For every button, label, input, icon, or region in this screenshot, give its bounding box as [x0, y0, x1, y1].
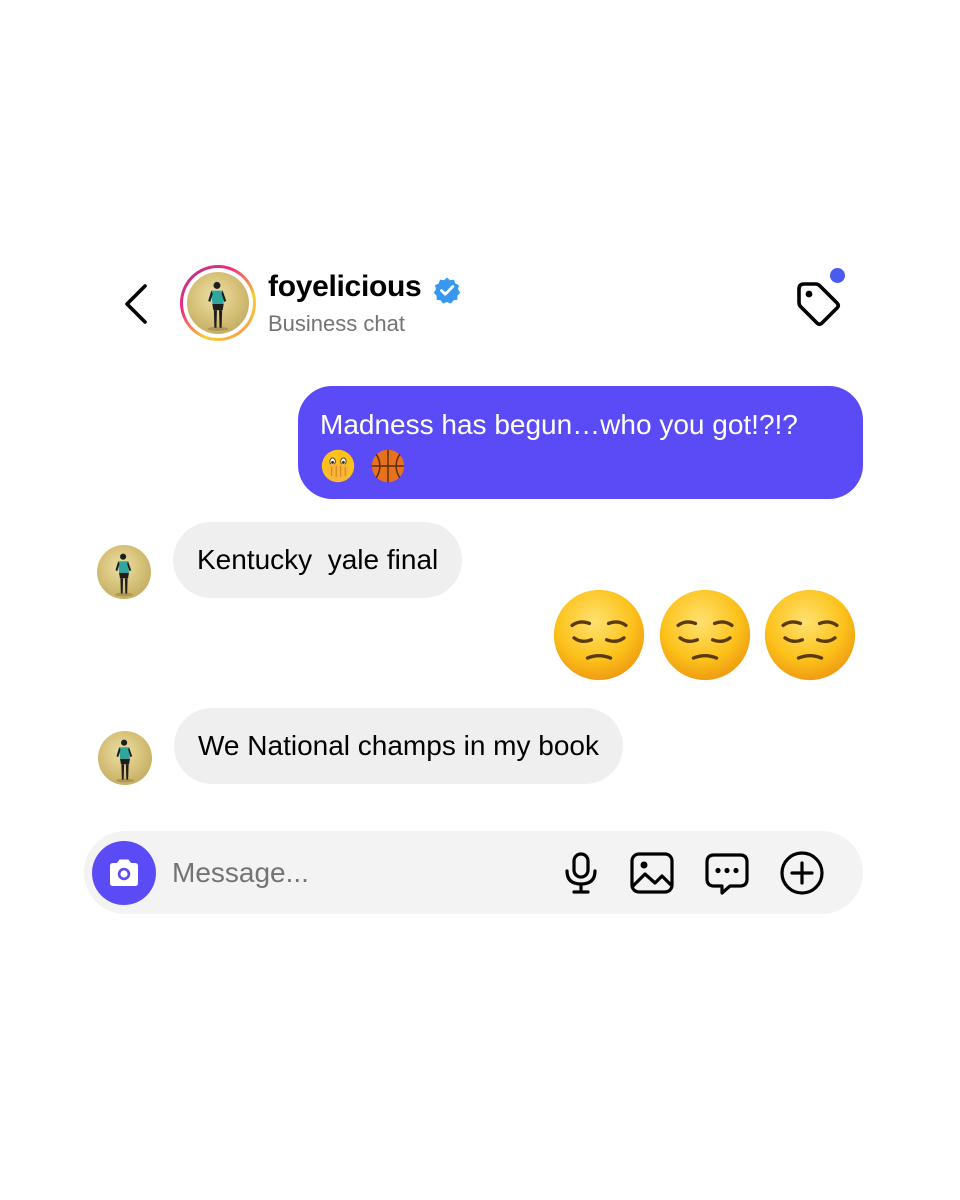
sender-avatar[interactable] — [98, 731, 152, 785]
plus-circle-icon[interactable] — [778, 849, 826, 897]
pensive-face-icon[interactable] — [762, 587, 858, 683]
camera-button[interactable] — [92, 841, 156, 905]
avatar — [187, 272, 249, 334]
pensive-face-icon[interactable] — [551, 587, 647, 683]
chevron-left-icon — [125, 284, 147, 324]
microphone-icon[interactable] — [557, 849, 605, 897]
message-input[interactable] — [172, 850, 532, 896]
player-photo — [97, 545, 151, 599]
player-photo — [98, 731, 152, 785]
face-with-open-eyes-and-hand-over-mouth-icon — [321, 449, 355, 482]
message-text: We National champs in my book — [198, 730, 599, 761]
notification-dot — [830, 268, 845, 283]
message-emojis — [320, 445, 839, 484]
message-text: Madness has begun…who you got!?!? — [320, 409, 798, 440]
back-button[interactable] — [112, 278, 160, 330]
username[interactable]: foyelicious — [268, 270, 422, 304]
incoming-message-bubble[interactable]: We National champs in my book — [174, 708, 623, 784]
message-text: Kentucky yale final — [197, 544, 439, 575]
player-photo — [187, 272, 249, 334]
label-tag-button[interactable] — [790, 276, 846, 332]
verified-badge-icon — [433, 277, 461, 304]
incoming-message-bubble[interactable]: Kentucky yale final — [173, 522, 463, 598]
outgoing-message-bubble[interactable]: Madness has begun…who you got!?!? — [298, 386, 863, 499]
camera-icon — [110, 859, 138, 886]
profile-avatar-story-ring[interactable] — [180, 265, 256, 341]
tag-icon — [797, 282, 841, 327]
image-icon[interactable] — [628, 849, 676, 897]
pensive-face-icon[interactable] — [657, 587, 753, 683]
sender-avatar[interactable] — [97, 545, 151, 599]
chat-type-label: Business chat — [268, 311, 405, 336]
chat-bubble-icon[interactable] — [703, 849, 751, 897]
basketball-icon — [371, 449, 404, 482]
